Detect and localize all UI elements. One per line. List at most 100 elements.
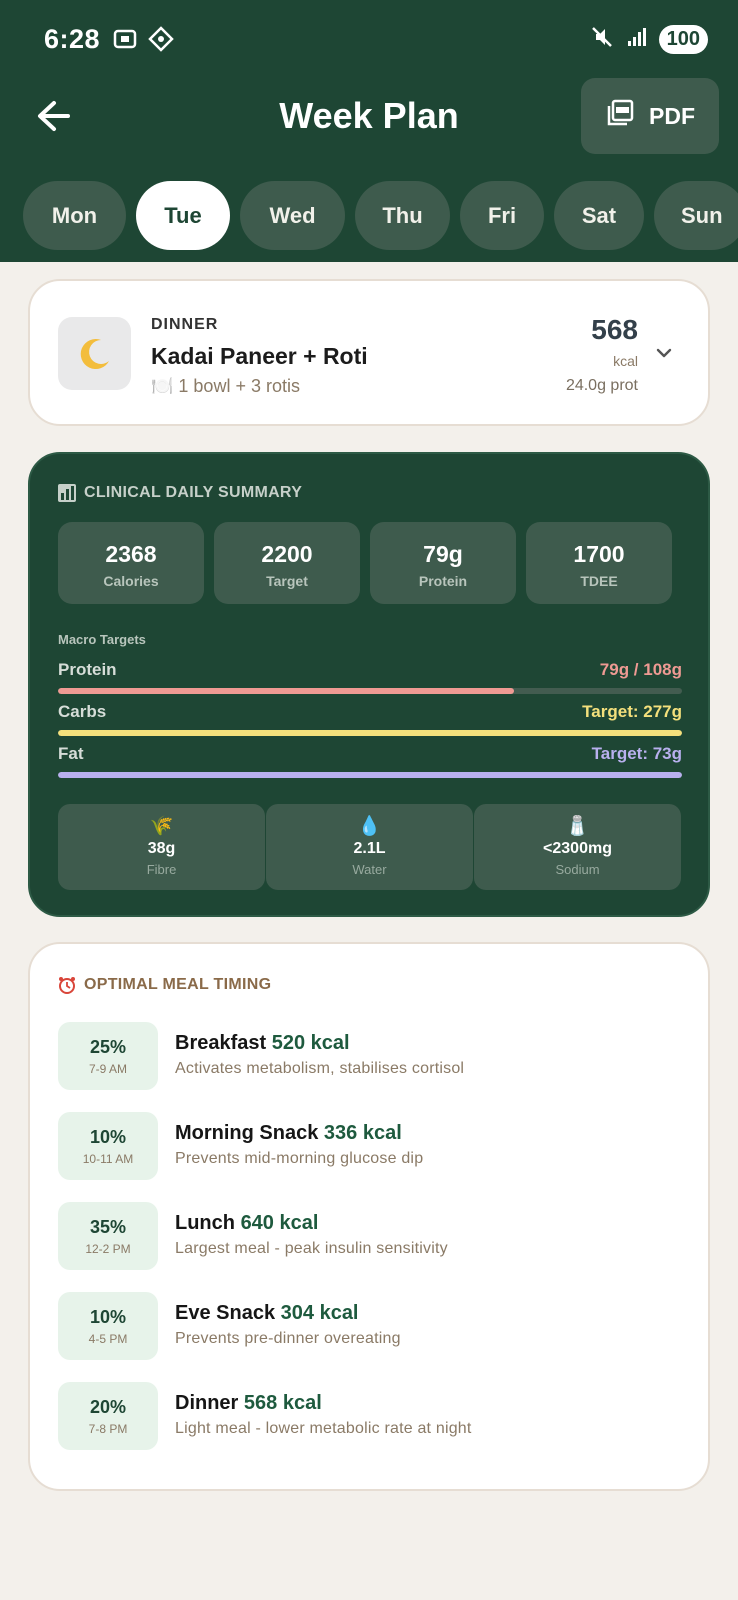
pdf-file-icon [605, 98, 635, 134]
stat-value: 2200 [261, 541, 313, 567]
timing-percent: 10% [89, 1307, 127, 1327]
tab-sun[interactable]: Sun [654, 181, 738, 250]
timing-meal-name: Dinner [175, 1392, 239, 1414]
timing-meal-name: Morning Snack [175, 1122, 319, 1144]
meal-calories-unit: kcal [613, 353, 638, 369]
macro-progress-fill [58, 772, 682, 778]
timing-meal: Breakfast 520 kcal [175, 1032, 350, 1055]
pdf-button-label: PDF [649, 102, 695, 129]
timing-row-morning-snack: 10% 10-11 AM Morning Snack 336 kcal Prev… [58, 1112, 678, 1180]
meal-name: Kadai Paneer + Roti [151, 343, 368, 369]
timing-percent-box: 10% 4-5 PM [58, 1292, 158, 1360]
extra-water: 💧 2.1L Water [266, 804, 473, 890]
meal-type: DINNER [151, 316, 219, 333]
macro-progress-track [58, 688, 682, 694]
meal-calories: 568 [591, 314, 638, 345]
salt-shaker-icon: 🧂 [565, 816, 590, 837]
timing-percent-box: 20% 7-8 PM [58, 1382, 158, 1450]
summary-title-text: CLINICAL DAILY SUMMARY [84, 484, 303, 501]
stat-label: Target [266, 573, 308, 589]
timing-window: 7-9 AM [88, 1062, 127, 1076]
status-icons-left [112, 26, 174, 57]
timing-description: Prevents pre-dinner overeating [175, 1330, 401, 1347]
stat-value: 79g [423, 541, 463, 567]
signal-icon [625, 25, 649, 54]
meal-protein: 24.0g prot [565, 377, 638, 394]
macro-progress-track [58, 772, 682, 778]
extra-label: Water [352, 862, 387, 877]
status-bar: 6:28 100 [0, 0, 738, 80]
screenshot-icon [112, 26, 138, 57]
stat-label: Calories [103, 573, 159, 589]
timing-meal: Morning Snack 336 kcal [175, 1122, 402, 1145]
timing-window: 4-5 PM [88, 1332, 128, 1346]
tab-tue[interactable]: Tue [136, 181, 230, 250]
clinical-summary-card: CLINICAL DAILY SUMMARY 2368 Calories 220… [28, 452, 710, 917]
tab-sat[interactable]: Sat [554, 181, 644, 250]
timing-description: Activates metabolism, stabilises cortiso… [175, 1060, 465, 1077]
timing-meal-name: Breakfast [175, 1032, 267, 1054]
macro-name: Fat [58, 744, 84, 763]
stat-tdee: 1700 TDEE [526, 522, 672, 604]
stat-grid: 2368 Calories 2200 Target 79g Protein 17… [58, 522, 672, 604]
timing-row-dinner: 20% 7-8 PM Dinner 568 kcal Light meal - … [58, 1382, 678, 1450]
meal-card[interactable]: DINNER Kadai Paneer + Roti 🍽️ 1 bowl + 3… [28, 279, 710, 426]
status-icons-right: 100 [589, 24, 708, 55]
timing-title-text: OPTIMAL MEAL TIMING [84, 976, 272, 993]
timing-window: 10-11 AM [82, 1152, 134, 1166]
timing-meal-name: Eve Snack [175, 1302, 276, 1324]
stat-calories: 2368 Calories [58, 522, 204, 604]
stat-label: TDEE [580, 573, 618, 589]
timing-description: Prevents mid-morning glucose dip [175, 1150, 424, 1167]
extra-value: <2300mg [543, 840, 612, 857]
extra-value: 38g [147, 840, 176, 857]
alarm-clock-icon [59, 977, 75, 994]
battery-level: 100 [658, 25, 708, 54]
nutrient-extras: 🌾 38g Fibre 💧 2.1L Water 🧂 <2300mg Sodiu… [58, 804, 682, 890]
macro-name: Carbs [58, 702, 107, 721]
stat-value: 1700 [573, 541, 625, 567]
timing-meal-kcal: 568 kcal [243, 1392, 322, 1414]
expand-button[interactable] [654, 343, 674, 368]
timing-meal: Eve Snack 304 kcal [175, 1302, 359, 1325]
bar-chart-icon [58, 484, 76, 502]
day-tabs: Mon Tue Wed Thu Fri Sat Sun [23, 181, 738, 250]
timing-percent-box: 35% 12-2 PM [58, 1202, 158, 1270]
timing-row-eve-snack: 10% 4-5 PM Eve Snack 304 kcal Prevents p… [58, 1292, 678, 1360]
timing-meal-kcal: 304 kcal [280, 1302, 359, 1324]
wheat-icon: 🌾 [149, 816, 174, 837]
timing-description: Largest meal - peak insulin sensitivity [175, 1240, 448, 1257]
macro-value: Target: 73g [591, 744, 682, 763]
stat-target: 2200 Target [214, 522, 360, 604]
timing-percent: 35% [89, 1217, 127, 1237]
timing-meal-name: Lunch [175, 1212, 235, 1234]
extra-sodium: 🧂 <2300mg Sodium [474, 804, 681, 890]
water-drop-icon: 💧 [357, 816, 382, 837]
timing-title: OPTIMAL MEAL TIMING [58, 976, 271, 994]
timing-window: 7-8 PM [88, 1422, 128, 1436]
meal-portion: 🍽️ 1 bowl + 3 rotis [151, 376, 300, 396]
pdf-export-button[interactable]: PDF [581, 78, 719, 154]
macro-progress-track [58, 730, 682, 736]
tab-mon[interactable]: Mon [23, 181, 126, 250]
mute-icon [589, 24, 615, 55]
tab-fri[interactable]: Fri [460, 181, 544, 250]
stat-protein: 79g Protein [370, 522, 516, 604]
timing-meal: Dinner 568 kcal [175, 1392, 322, 1415]
timing-meal-kcal: 336 kcal [323, 1122, 402, 1144]
macro-value: 79g / 108g [599, 660, 682, 679]
meal-icon-box [58, 317, 131, 390]
tab-wed[interactable]: Wed [240, 181, 345, 250]
macro-targets-heading: Macro Targets [58, 632, 146, 647]
timing-row-lunch: 35% 12-2 PM Lunch 640 kcal Largest meal … [58, 1202, 678, 1270]
extra-fibre: 🌾 38g Fibre [58, 804, 265, 890]
macro-progress-fill [58, 730, 682, 736]
meal-timing-card: OPTIMAL MEAL TIMING 25% 7-9 AM Breakfast… [28, 942, 710, 1491]
timing-meal-kcal: 520 kcal [271, 1032, 350, 1054]
timing-percent: 20% [89, 1397, 127, 1417]
extra-label: Sodium [555, 862, 600, 877]
tab-thu[interactable]: Thu [355, 181, 450, 250]
stat-value: 2368 [105, 541, 157, 567]
timing-meal-kcal: 640 kcal [240, 1212, 319, 1234]
timing-percent-box: 25% 7-9 AM [58, 1022, 158, 1090]
